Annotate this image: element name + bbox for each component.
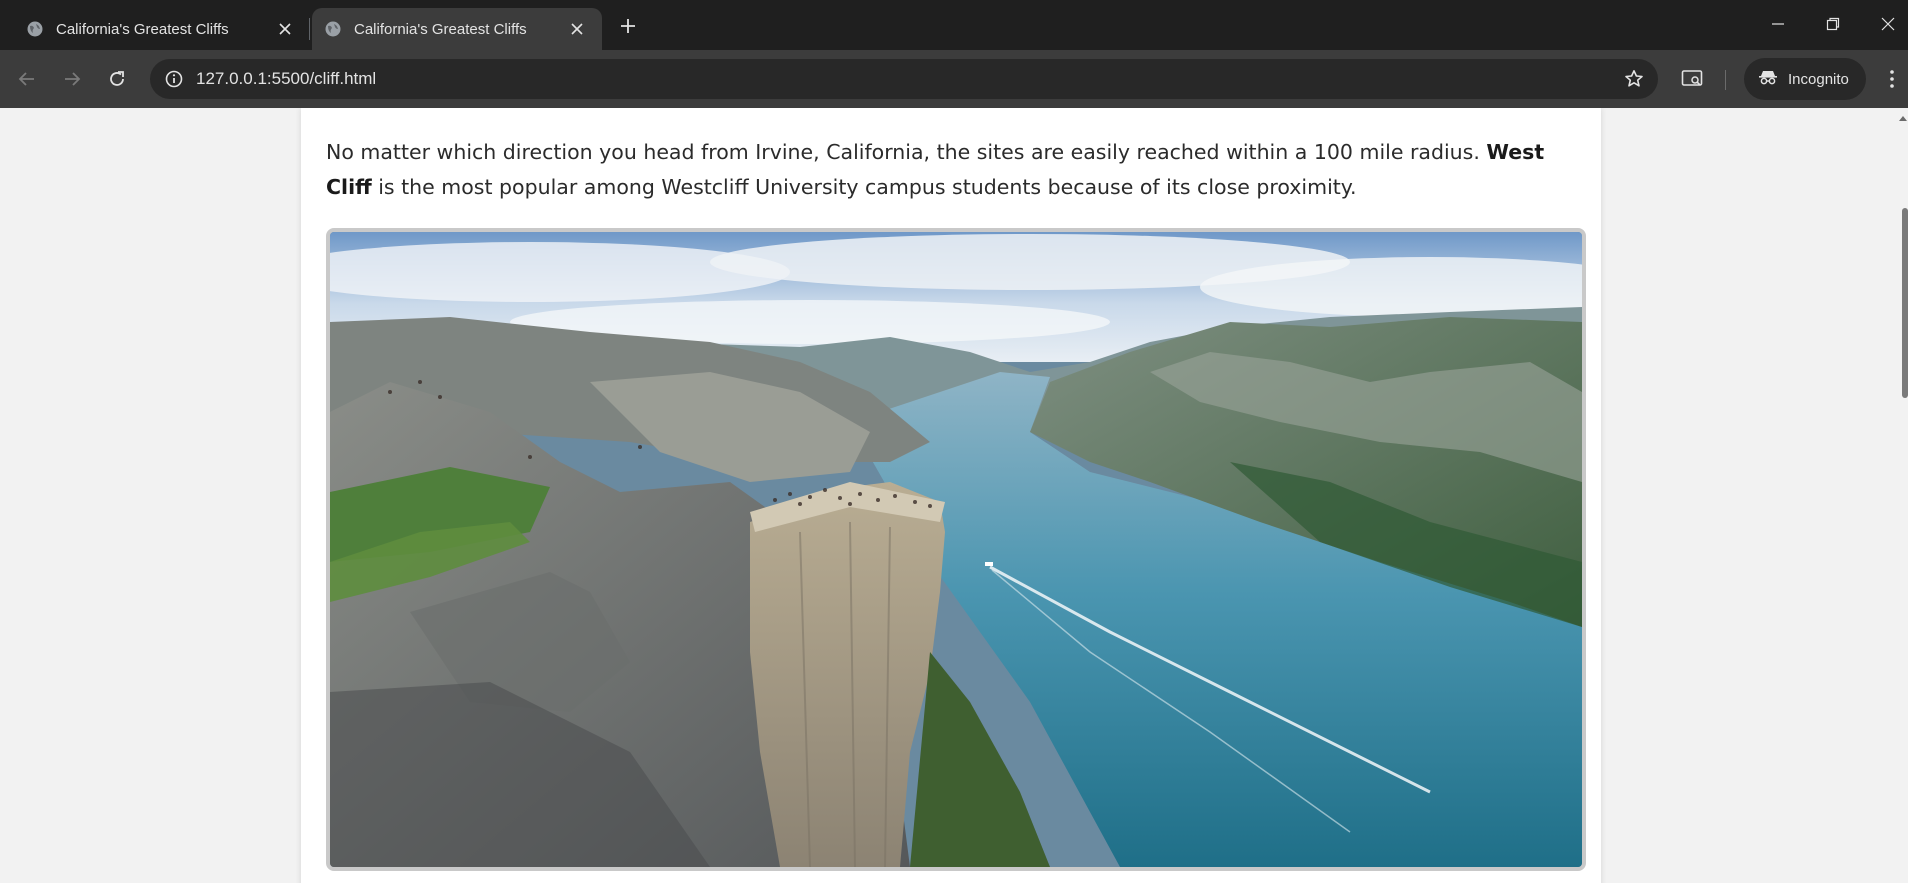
scroll-up-arrow-icon[interactable] bbox=[1898, 110, 1908, 121]
page-viewport[interactable]: No matter which direction you head from … bbox=[0, 108, 1908, 883]
tab-strip: California's Greatest Cliffs California'… bbox=[0, 0, 1908, 50]
fjord-landscape-image bbox=[330, 232, 1582, 867]
toolbar-divider bbox=[1725, 70, 1726, 90]
cast-icon[interactable] bbox=[1676, 63, 1708, 95]
intro-text-after: is the most popular among Westcliff Univ… bbox=[371, 175, 1357, 199]
minimize-icon[interactable] bbox=[1756, 8, 1800, 40]
tab-separator bbox=[309, 18, 310, 40]
kebab-menu-icon[interactable] bbox=[1878, 63, 1906, 95]
intro-paragraph: No matter which direction you head from … bbox=[326, 135, 1586, 205]
star-icon[interactable] bbox=[1622, 67, 1646, 91]
window-close-icon[interactable] bbox=[1866, 8, 1908, 40]
content-card: No matter which direction you head from … bbox=[301, 108, 1601, 883]
tab-title: California's Greatest Cliffs bbox=[56, 20, 229, 38]
browser-toolbar: 127.0.0.1:5500/cliff.html Incognito bbox=[0, 50, 1908, 108]
close-icon[interactable] bbox=[274, 18, 296, 40]
close-icon[interactable] bbox=[566, 18, 588, 40]
globe-icon bbox=[26, 20, 44, 38]
tab-active[interactable]: California's Greatest Cliffs bbox=[312, 8, 602, 50]
page-scrollbar[interactable] bbox=[1899, 108, 1908, 883]
restore-icon[interactable] bbox=[1811, 8, 1855, 40]
incognito-label: Incognito bbox=[1788, 70, 1849, 88]
reload-icon[interactable] bbox=[101, 63, 133, 95]
cliff-photo bbox=[326, 228, 1586, 871]
scrollbar-thumb[interactable] bbox=[1902, 208, 1908, 398]
address-bar[interactable]: 127.0.0.1:5500/cliff.html bbox=[150, 59, 1658, 99]
incognito-profile-chip[interactable]: Incognito bbox=[1744, 58, 1866, 100]
url-text[interactable]: 127.0.0.1:5500/cliff.html bbox=[196, 59, 376, 99]
globe-icon bbox=[324, 20, 342, 38]
info-icon[interactable] bbox=[162, 67, 186, 91]
intro-text-before: No matter which direction you head from … bbox=[326, 140, 1487, 164]
tab-title: California's Greatest Cliffs bbox=[354, 20, 527, 38]
incognito-icon bbox=[1758, 69, 1778, 90]
plus-icon[interactable] bbox=[614, 12, 642, 40]
arrow-right-icon[interactable] bbox=[56, 63, 88, 95]
tab-inactive[interactable]: California's Greatest Cliffs bbox=[0, 8, 310, 50]
arrow-left-icon[interactable] bbox=[11, 63, 43, 95]
